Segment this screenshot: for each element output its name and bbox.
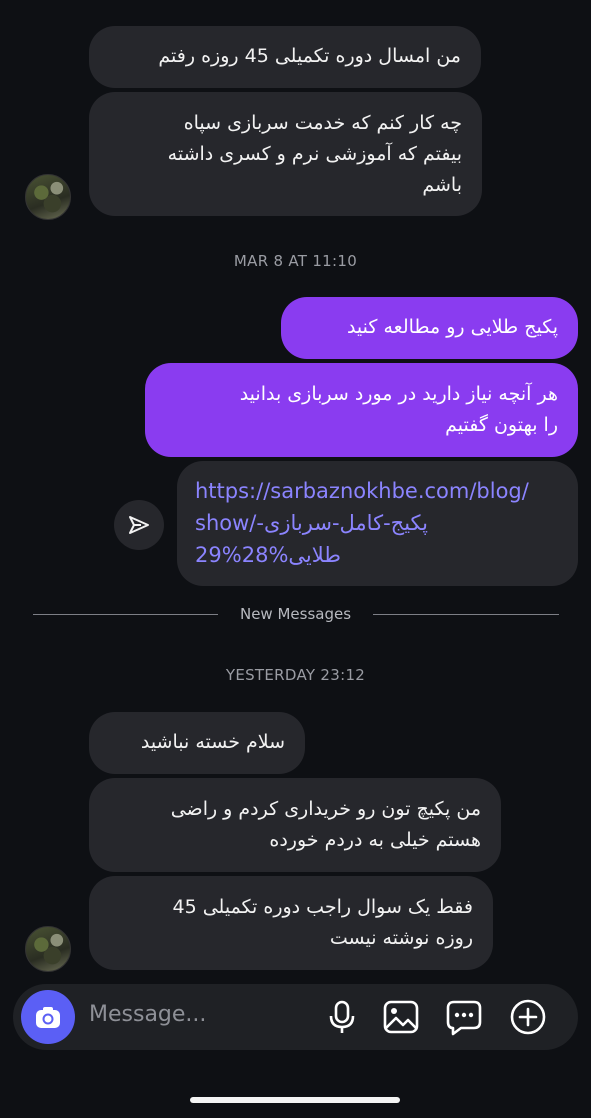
link-line[interactable]: https://sarbaznokhbe.com/blog/ [195, 475, 560, 507]
timestamp: MAR 8 AT 11:10 [233, 252, 358, 270]
gallery-icon[interactable] [382, 998, 420, 1036]
share-button[interactable] [114, 500, 164, 550]
message-line: من پکیچ تون رو خریداری کردم و راضی [170, 798, 481, 820]
microphone-icon[interactable] [323, 998, 361, 1036]
message-line: هر آنچه نیاز دارید در مورد سربازی بدانید [239, 383, 558, 405]
add-icon[interactable] [509, 998, 547, 1036]
incoming-message[interactable]: من امسال دوره تکمیلی 45 روزه رفتم [89, 26, 481, 88]
outgoing-message[interactable]: هر آنچه نیاز دارید در مورد سربازی بدانید… [145, 363, 578, 457]
message-text: سلام خسته نباشید [140, 731, 285, 753]
camera-button[interactable] [21, 990, 75, 1044]
message-line: هستم خیلی به دردم خورده [269, 829, 481, 851]
incoming-message[interactable]: من پکیچ تون رو خریداری کردم و راضی هستم … [89, 778, 501, 872]
link-line[interactable]: show/-پکیج-کامل-سربازی [195, 507, 560, 539]
message-line: بیفتم که آموزشی نرم و کسری داشته [167, 143, 462, 165]
incoming-message[interactable]: سلام خسته نباشید [89, 712, 305, 774]
message-text: من امسال دوره تکمیلی 45 روزه رفتم [158, 45, 461, 67]
avatar[interactable] [25, 174, 71, 220]
outgoing-message[interactable]: پکیج طلایی رو مطالعه کنید [281, 297, 578, 359]
new-messages-divider: New Messages [0, 605, 591, 625]
home-indicator[interactable] [190, 1097, 400, 1103]
sticker-icon[interactable] [445, 998, 483, 1036]
message-line: فقط یک سوال راجب دوره تکمیلی 45 [172, 896, 473, 918]
link-line[interactable]: طلایی%28%29 [195, 539, 560, 571]
message-line: روزه نوشته نیست [329, 927, 473, 949]
avatar[interactable] [25, 926, 71, 972]
message-composer: Message... [13, 984, 578, 1050]
message-line: باشم [422, 174, 462, 196]
message-line: را بهتون گفتیم [445, 414, 558, 436]
share-icon [129, 516, 149, 534]
timestamp: YESTERDAY 23:12 [225, 666, 366, 684]
message-input[interactable]: Message... [89, 1002, 206, 1027]
message-text: پکیج طلایی رو مطالعه کنید [346, 316, 558, 338]
incoming-message[interactable]: چه کار کنم که خدمت سربازی سپاه بیفتم که … [89, 92, 482, 216]
divider-line [373, 614, 559, 615]
incoming-message[interactable]: فقط یک سوال راجب دوره تکمیلی 45 روزه نوش… [89, 876, 493, 970]
message-line: چه کار کنم که خدمت سربازی سپاه [183, 112, 462, 134]
link-message[interactable]: https://sarbaznokhbe.com/blog/ show/-پکی… [177, 461, 578, 586]
camera-icon [36, 1007, 60, 1028]
